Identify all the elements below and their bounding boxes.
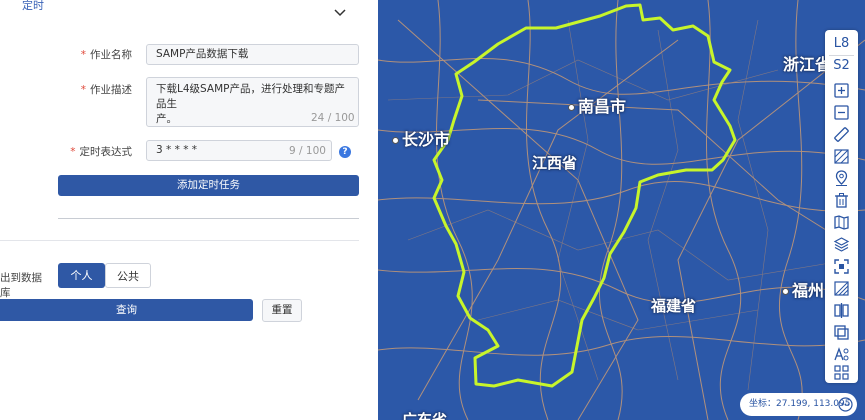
source-button[interactable]: S2 — [825, 58, 858, 73]
map-view[interactable]: 南昌市 长沙市 江西省 浙江省 福州 福建省 广东省 — [378, 0, 865, 420]
job-desc-count: 24 / 100 — [311, 112, 355, 124]
chevron-down-icon[interactable] — [333, 8, 347, 18]
province-label-zhejiang: 浙江省 — [783, 55, 832, 74]
province-label-fujian: 福建省 — [651, 297, 697, 315]
location-pin-icon[interactable] — [833, 170, 850, 187]
cron-count: 9 / 100 — [289, 145, 326, 157]
public-toggle[interactable]: 公共 — [105, 263, 151, 288]
city-label-nanchang: 南昌市 — [568, 93, 626, 117]
job-desc-line-1: 下载L4级SAMP产品，进行处理和专题产品生 — [156, 83, 345, 110]
divider — [58, 218, 359, 219]
form-panel: 定时 * 作业名称 SAMP产品数据下载 * 作业描述 下载L4级SAMP产品，进行… — [0, 0, 378, 420]
add-scheduled-task-button[interactable]: 添加定时任务 — [58, 175, 359, 196]
hatch-area-icon[interactable] — [833, 148, 850, 165]
city-label-fuzhou: 福州 — [782, 277, 824, 301]
map-book-icon[interactable] — [833, 214, 850, 231]
help-icon[interactable]: ? — [339, 146, 351, 158]
city-marker-icon — [568, 104, 575, 111]
grid-icon[interactable] — [833, 364, 850, 381]
job-name-label: * 作业名称 — [80, 49, 132, 61]
city-marker-icon — [392, 137, 399, 144]
trash-icon[interactable] — [833, 192, 850, 209]
swipe-icon[interactable] — [833, 280, 850, 297]
db-label: 出到数据库 — [0, 272, 42, 299]
province-label-jiangxi: 江西省 — [532, 154, 578, 172]
city-label-changsha: 长沙市 — [392, 126, 450, 150]
province-label-bottom: 广东省 — [402, 411, 448, 420]
job-name-input[interactable]: SAMP产品数据下载 — [146, 44, 359, 65]
more-options-icon[interactable] — [838, 397, 853, 412]
query-button[interactable]: 查询 — [0, 299, 253, 321]
fullscreen-icon[interactable] — [833, 258, 850, 275]
reset-button[interactable]: 重置 — [262, 299, 302, 322]
split-compare-icon[interactable] — [833, 302, 850, 319]
section-title: 定时 — [22, 0, 44, 12]
city-marker-icon — [782, 288, 789, 295]
label-style-icon[interactable] — [833, 346, 850, 363]
zoom-out-icon[interactable] — [833, 104, 850, 121]
ruler-icon[interactable] — [833, 126, 850, 143]
overlap-icon[interactable] — [833, 324, 850, 341]
toolbar-divider — [829, 55, 854, 56]
zoom-level-button[interactable]: L8 — [825, 36, 858, 51]
job-desc-label: * 作业描述 — [80, 84, 132, 96]
zoom-in-icon[interactable] — [833, 82, 850, 99]
cron-label: * 定时表达式 — [70, 146, 132, 158]
layers-icon[interactable] — [833, 236, 850, 253]
map-toolbar: L8 S2 — [825, 30, 858, 383]
divider — [0, 240, 359, 241]
personal-toggle[interactable]: 个人 — [58, 263, 105, 288]
